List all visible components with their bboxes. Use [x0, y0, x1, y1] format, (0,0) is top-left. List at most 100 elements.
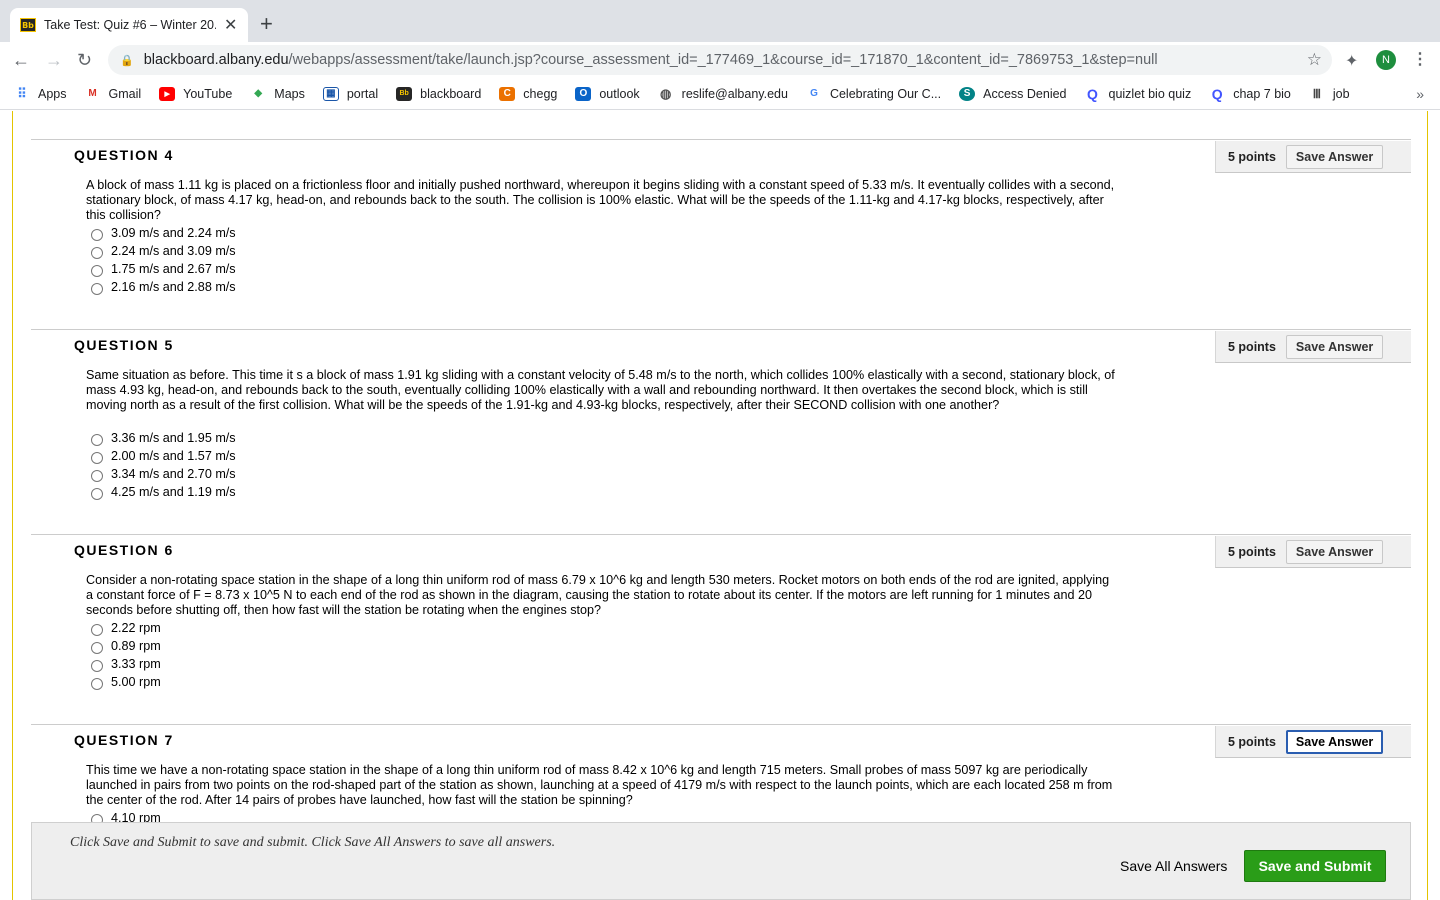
bookmark-maps[interactable]: ◆ Maps	[250, 87, 304, 101]
bookmark-access-denied[interactable]: S Access Denied	[959, 86, 1067, 101]
bookmark-portal[interactable]: ▦ portal	[322, 86, 378, 101]
answer-list: 2.22 rpm 0.89 rpm 3.33 rpm 5.00 rpm	[91, 619, 161, 691]
answer-list: 3.36 m/s and 1.95 m/s 2.00 m/s and 1.57 …	[91, 429, 236, 501]
answer-option[interactable]: 2.22 rpm	[91, 619, 161, 637]
question-text: Consider a non-rotating space station in…	[86, 573, 1110, 617]
answer-option[interactable]: 3.36 m/s and 1.95 m/s	[91, 429, 236, 447]
bookmark-job[interactable]: Ⅲjob	[1309, 87, 1350, 101]
more-bookmarks-icon[interactable]: »	[1416, 86, 1424, 102]
bookmark-celebrating[interactable]: G Celebrating Our C...	[806, 87, 941, 101]
profile-avatar[interactable]: N	[1376, 50, 1396, 70]
close-tab-icon[interactable]: ✕	[224, 15, 237, 35]
bookmark-chegg[interactable]: Cchegg	[499, 86, 557, 101]
quizlet-icon: Q	[1087, 85, 1098, 102]
answer-option[interactable]: 0.89 rpm	[91, 637, 161, 655]
points-box: 5 points Save Answer	[1215, 331, 1411, 363]
outlook-icon: O	[575, 86, 592, 101]
radio-button[interactable]	[91, 451, 103, 464]
bookmarks-bar: ⠿ Apps M Gmail ▶ YouTube ◆ Maps ▦ portal Bb bl…	[0, 78, 1440, 110]
points-label: 5 points	[1228, 544, 1276, 559]
question-text: Same situation as before. This time it s…	[86, 368, 1115, 412]
blackboard-icon: Bb	[396, 86, 413, 101]
radio-button[interactable]	[91, 641, 103, 654]
answer-option[interactable]: 4.25 m/s and 1.19 m/s	[91, 483, 236, 501]
bookmark-quizlet-bio[interactable]: Qquizlet bio quiz	[1085, 85, 1191, 102]
browser-toolbar: ← → ↻ 🔒 blackboard.albany.edu/webapps/as…	[0, 42, 1440, 78]
question-title: QUESTION 5	[74, 337, 174, 353]
radio-button[interactable]	[91, 433, 103, 446]
bookmark-apps[interactable]: ⠿ Apps	[14, 85, 66, 101]
answer-option[interactable]: 1.75 m/s and 2.67 m/s	[91, 260, 236, 278]
points-box: 5 points Save Answer	[1215, 141, 1411, 173]
save-answer-button[interactable]: Save Answer	[1285, 144, 1384, 169]
radio-button[interactable]	[91, 623, 103, 636]
address-bar[interactable]: 🔒 blackboard.albany.edu/webapps/assessme…	[108, 45, 1332, 75]
chegg-icon: C	[499, 86, 516, 101]
radio-button[interactable]	[91, 282, 103, 295]
forward-icon[interactable]: →	[45, 50, 63, 70]
question-title: QUESTION 7	[74, 732, 174, 748]
bookmark-outlook[interactable]: Ooutlook	[575, 86, 640, 101]
submit-footer: Click Save and Submit to save and submit…	[31, 822, 1411, 900]
new-tab-icon[interactable]: +	[260, 13, 273, 35]
back-icon[interactable]: ←	[12, 50, 30, 70]
reload-icon[interactable]: ↻	[77, 50, 92, 70]
bookmark-youtube[interactable]: ▶ YouTube	[159, 86, 232, 101]
submit-instructions: Click Save and Submit to save and submit…	[70, 835, 556, 850]
radio-button[interactable]	[91, 228, 103, 241]
bookmark-gmail[interactable]: M Gmail	[85, 87, 141, 101]
answer-list: 3.09 m/s and 2.24 m/s 2.24 m/s and 3.09 …	[91, 224, 236, 296]
radio-button[interactable]	[91, 659, 103, 672]
browser-menu-icon[interactable]: ⋮	[1412, 49, 1428, 69]
radio-button[interactable]	[91, 487, 103, 500]
save-answer-button[interactable]: Save Answer	[1285, 729, 1384, 754]
tab-title: Take Test: Quiz #6 – Winter 20...	[44, 18, 216, 32]
points-label: 5 points	[1228, 734, 1276, 749]
test-content: QUESTION 4 5 points Save Answer A block …	[12, 111, 1428, 900]
question-block: QUESTION 6 5 points Save Answer Consider…	[31, 534, 1411, 724]
answer-option[interactable]: 2.00 m/s and 1.57 m/s	[91, 447, 236, 465]
question-text: This time we have a non-rotating space s…	[86, 763, 1113, 807]
browser-tab[interactable]: Bb Take Test: Quiz #6 – Winter 20... ✕	[10, 8, 248, 42]
answer-option[interactable]: 3.33 rpm	[91, 655, 161, 673]
save-answer-button[interactable]: Save Answer	[1285, 539, 1384, 564]
bookmark-star-icon[interactable]: ☆	[1307, 50, 1322, 70]
url-host: blackboard.albany.edu	[143, 52, 289, 68]
save-all-answers-button[interactable]: Save All Answers	[1120, 858, 1227, 874]
question-title: QUESTION 6	[74, 542, 174, 558]
points-box: 5 points Save Answer	[1215, 726, 1411, 758]
bookmark-reslife[interactable]: ◍ reslife@albany.edu	[658, 85, 788, 101]
question-block: QUESTION 4 5 points Save Answer A block …	[31, 139, 1411, 329]
answer-option[interactable]: 3.34 m/s and 2.70 m/s	[91, 465, 236, 483]
answer-option[interactable]: 5.00 rpm	[91, 673, 161, 691]
lock-icon: 🔒	[120, 54, 134, 67]
question-text: A block of mass 1.11 kg is placed on a f…	[86, 178, 1115, 222]
answer-option[interactable]: 2.24 m/s and 3.09 m/s	[91, 242, 236, 260]
radio-button[interactable]	[91, 677, 103, 690]
points-box: 5 points Save Answer	[1215, 536, 1411, 568]
answer-option[interactable]: 3.09 m/s and 2.24 m/s	[91, 224, 236, 242]
blackboard-favicon-icon: Bb	[20, 18, 36, 32]
save-answer-button[interactable]: Save Answer	[1285, 334, 1384, 359]
maps-icon: ◆	[254, 88, 263, 99]
extensions-puzzle-icon[interactable]: ✦	[1345, 51, 1358, 71]
save-and-submit-button[interactable]: Save and Submit	[1244, 850, 1386, 882]
apps-grid-icon: ⠿	[17, 85, 27, 101]
quizlet-icon: Q	[1211, 85, 1223, 102]
question-title: QUESTION 4	[74, 147, 174, 163]
radio-button[interactable]	[91, 469, 103, 482]
building-icon: Ⅲ	[1312, 86, 1322, 101]
radio-button[interactable]	[91, 264, 103, 277]
youtube-icon: ▶	[159, 86, 176, 101]
google-icon: G	[810, 88, 818, 99]
bookmark-chap7[interactable]: Qchap 7 bio	[1209, 85, 1291, 102]
points-label: 5 points	[1228, 149, 1276, 164]
bookmark-blackboard[interactable]: Bb blackboard	[396, 86, 481, 101]
sharepoint-icon: S	[959, 86, 976, 101]
globe-icon: ◍	[660, 85, 672, 101]
url-path: /webapps/assessment/take/launch.jsp?cour…	[288, 52, 1158, 68]
radio-button[interactable]	[91, 246, 103, 259]
question-block: QUESTION 5 5 points Save Answer Same sit…	[31, 329, 1411, 534]
points-label: 5 points	[1228, 339, 1276, 354]
answer-option[interactable]: 2.16 m/s and 2.88 m/s	[91, 278, 236, 296]
